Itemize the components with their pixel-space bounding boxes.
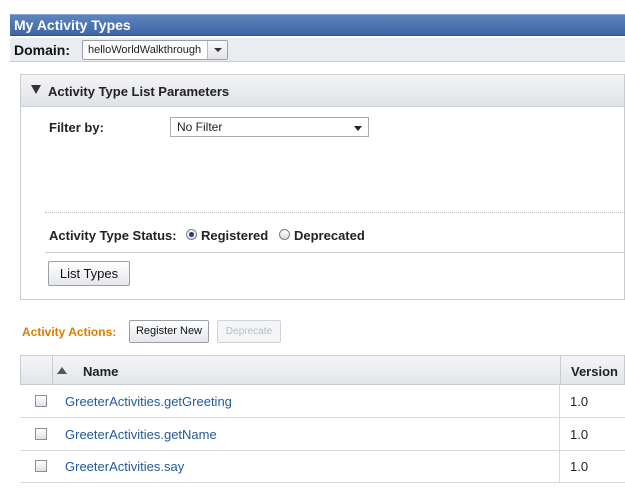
filter-label: Filter by: xyxy=(49,120,104,135)
activity-type-link[interactable]: GreeterActivities.say xyxy=(65,459,184,474)
activity-type-version: 1.0 xyxy=(570,459,589,474)
domain-select-value: helloWorldWalkthrough xyxy=(88,44,202,56)
radio-deprecated-label[interactable]: Deprecated xyxy=(294,228,365,243)
table-header: Name Version xyxy=(20,355,625,385)
chevron-down-icon[interactable] xyxy=(207,41,227,59)
register-new-button[interactable]: Register New xyxy=(129,320,209,343)
activity-type-link[interactable]: GreeterActivities.getName xyxy=(65,427,217,442)
row-checkbox[interactable] xyxy=(35,395,47,407)
collapse-triangle-icon[interactable] xyxy=(31,85,41,94)
domain-select[interactable]: helloWorldWalkthrough xyxy=(82,40,228,60)
row-checkbox[interactable] xyxy=(35,460,47,472)
filter-select[interactable]: No Filter xyxy=(170,117,369,137)
activity-type-version: 1.0 xyxy=(570,394,589,409)
column-header-name[interactable]: Name xyxy=(83,364,118,379)
radio-registered[interactable] xyxy=(186,229,197,240)
column-separator xyxy=(559,385,560,417)
column-header-version[interactable]: Version xyxy=(571,364,618,379)
list-types-button[interactable]: List Types xyxy=(48,261,130,286)
row-checkbox[interactable] xyxy=(35,428,47,440)
window-title-bar: My Activity Types xyxy=(10,14,625,36)
deprecate-button: Deprecate xyxy=(217,320,281,343)
activity-actions-label: Activity Actions: xyxy=(22,325,117,339)
activity-type-version: 1.0 xyxy=(570,427,589,442)
list-parameters-title: Activity Type List Parameters xyxy=(48,84,230,99)
list-parameters-header[interactable]: Activity Type List Parameters xyxy=(21,75,624,107)
sort-ascending-icon[interactable] xyxy=(57,367,67,374)
activity-type-link[interactable]: GreeterActivities.getGreeting xyxy=(65,394,232,409)
divider xyxy=(45,212,625,213)
filter-select-value: No Filter xyxy=(177,120,223,134)
table-row: GreeterActivities.say 1.0 xyxy=(20,450,625,483)
column-separator xyxy=(560,356,561,384)
chevron-down-icon xyxy=(354,126,362,131)
window-title: My Activity Types xyxy=(14,17,131,33)
radio-registered-label[interactable]: Registered xyxy=(201,228,268,243)
column-separator xyxy=(559,450,560,482)
divider xyxy=(45,252,625,253)
column-separator xyxy=(52,356,53,384)
status-label: Activity Type Status: xyxy=(49,228,177,243)
table-row: GreeterActivities.getGreeting 1.0 xyxy=(20,385,625,418)
table-row: GreeterActivities.getName 1.0 xyxy=(20,418,625,451)
radio-deprecated[interactable] xyxy=(279,229,290,240)
domain-label: Domain: xyxy=(14,42,70,58)
domain-toolbar: Domain: helloWorldWalkthrough xyxy=(10,38,625,62)
column-separator xyxy=(559,418,560,450)
